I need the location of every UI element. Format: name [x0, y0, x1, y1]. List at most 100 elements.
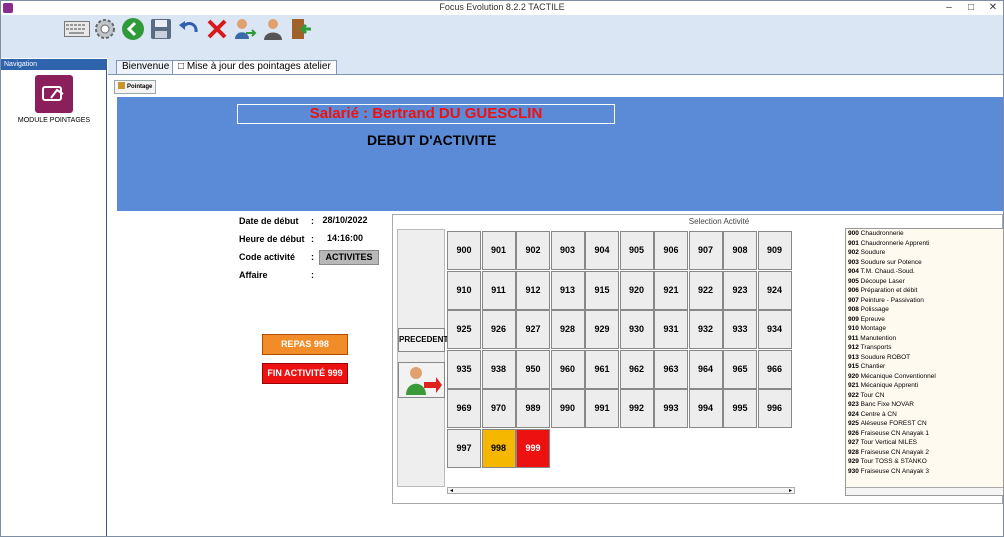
user-button[interactable]: [259, 15, 287, 43]
activity-cell-962[interactable]: 962: [619, 349, 654, 389]
activity-cell-925[interactable]: 925: [447, 310, 481, 349]
activity-cell-922[interactable]: 922: [688, 270, 723, 310]
activity-cell-997[interactable]: 997: [447, 428, 481, 468]
activity-cell-960[interactable]: 960: [550, 349, 585, 389]
list-item-925[interactable]: 925 Aléseuse FOREST CN: [846, 419, 1003, 429]
settings-button[interactable]: [91, 15, 119, 43]
back-button[interactable]: [119, 15, 147, 43]
delete-button[interactable]: [203, 15, 231, 43]
activity-cell-935[interactable]: 935: [447, 349, 481, 389]
activity-cell-995[interactable]: 995: [723, 389, 757, 428]
list-item-920[interactable]: 920 Mécanique Conventionnel: [846, 372, 1003, 382]
activity-cell-908[interactable]: 908: [723, 231, 757, 270]
list-item-908[interactable]: 908 Polissage: [846, 305, 1003, 315]
activity-cell-961[interactable]: 961: [585, 349, 619, 389]
fin-activite-button[interactable]: FIN ACTIVITÉ 999: [262, 363, 348, 384]
list-item-927[interactable]: 927 Tour Vertical NILES: [846, 438, 1003, 448]
list-item-922[interactable]: 922 Tour CN: [846, 391, 1003, 401]
activity-cell-991[interactable]: 991: [585, 389, 619, 428]
activity-cell-999[interactable]: 999: [516, 428, 550, 468]
activity-cell-933[interactable]: 933: [723, 310, 757, 349]
list-item-928[interactable]: 928 Fraiseuse CN Anayak 2: [846, 448, 1003, 458]
activity-cell-996[interactable]: 996: [757, 389, 792, 428]
tab-bienvenue[interactable]: Bienvenue: [116, 60, 176, 74]
list-item-902[interactable]: 902 Soudure: [846, 248, 1003, 258]
activity-cell-964[interactable]: 964: [688, 349, 723, 389]
activity-cell-928[interactable]: 928: [550, 310, 585, 349]
keyboard-button[interactable]: [63, 15, 91, 43]
list-item-909[interactable]: 909 Epreuve: [846, 315, 1003, 325]
precedent-button[interactable]: PRECEDENT: [398, 328, 448, 352]
activity-cell-963[interactable]: 963: [654, 349, 688, 389]
activity-cell-990[interactable]: 990: [550, 389, 585, 428]
activity-cell-907[interactable]: 907: [688, 231, 723, 270]
activity-cell-965[interactable]: 965: [723, 349, 757, 389]
activity-cell-912[interactable]: 912: [516, 270, 550, 310]
list-item-913[interactable]: 913 Soudure ROBOT: [846, 353, 1003, 363]
activity-cell-909[interactable]: 909: [757, 231, 792, 270]
list-item-911[interactable]: 911 Manutention: [846, 334, 1003, 344]
activity-cell-934[interactable]: 934: [757, 310, 792, 349]
activity-cell-931[interactable]: 931: [654, 310, 688, 349]
grid-horizontal-scrollbar[interactable]: ◂ ▸: [447, 487, 795, 494]
list-item-907[interactable]: 907 Peinture - Passivation: [846, 296, 1003, 306]
activity-cell-929[interactable]: 929: [585, 310, 619, 349]
activity-cell-930[interactable]: 930: [619, 310, 654, 349]
activity-cell-906[interactable]: 906: [654, 231, 688, 270]
list-item-915[interactable]: 915 Chantier: [846, 362, 1003, 372]
activity-cell-913[interactable]: 913: [550, 270, 585, 310]
list-item-929[interactable]: 929 Tour TOSS & STANKO: [846, 457, 1003, 467]
activity-cell-932[interactable]: 932: [688, 310, 723, 349]
user-transfer-button[interactable]: [231, 15, 259, 43]
activity-cell-904[interactable]: 904: [585, 231, 619, 270]
list-item-905[interactable]: 905 Découpe Laser: [846, 277, 1003, 287]
activity-cell-900[interactable]: 900: [447, 231, 481, 270]
activity-cell-927[interactable]: 927: [516, 310, 550, 349]
activity-cell-924[interactable]: 924: [757, 270, 792, 310]
module-pointages[interactable]: MODULE POINTAGES: [13, 75, 95, 124]
minimize-button[interactable]: –: [940, 1, 958, 15]
list-item-923[interactable]: 923 Banc Fixe NOVAR: [846, 400, 1003, 410]
list-horizontal-scrollbar[interactable]: [846, 487, 1003, 495]
activity-cell-998[interactable]: 998: [481, 428, 516, 468]
list-item-926[interactable]: 926 Fraiseuse CN Anayak 1: [846, 429, 1003, 439]
activity-cell-905[interactable]: 905: [619, 231, 654, 270]
next-button[interactable]: [398, 362, 445, 398]
activity-cell-920[interactable]: 920: [619, 270, 654, 310]
scroll-right-icon[interactable]: ▸: [789, 487, 792, 494]
list-item-912[interactable]: 912 Transports: [846, 343, 1003, 353]
activity-cell-966[interactable]: 966: [757, 349, 792, 389]
activity-cell-992[interactable]: 992: [619, 389, 654, 428]
activity-cell-903[interactable]: 903: [550, 231, 585, 270]
activity-cell-910[interactable]: 910: [447, 270, 481, 310]
close-window-button[interactable]: ✕: [984, 1, 1002, 15]
activity-cell-969[interactable]: 969: [447, 389, 481, 428]
list-item-930[interactable]: 930 Fraiseuse CN Anayak 3: [846, 467, 1003, 477]
scroll-left-icon[interactable]: ◂: [450, 487, 453, 494]
repas-button[interactable]: REPAS 998: [262, 334, 348, 355]
activity-cell-915[interactable]: 915: [585, 270, 619, 310]
exit-button[interactable]: [287, 15, 315, 43]
list-item-901[interactable]: 901 Chaudronnerie Apprenti: [846, 239, 1003, 249]
undo-button[interactable]: [175, 15, 203, 43]
activity-cell-938[interactable]: 938: [481, 349, 516, 389]
activity-cell-921[interactable]: 921: [654, 270, 688, 310]
list-item-921[interactable]: 921 Mécanique Apprenti: [846, 381, 1003, 391]
activity-cell-970[interactable]: 970: [481, 389, 516, 428]
activity-cell-901[interactable]: 901: [481, 231, 516, 270]
list-item-924[interactable]: 924 Centre à CN: [846, 410, 1003, 420]
list-item-910[interactable]: 910 Montage: [846, 324, 1003, 334]
tab-mise-a-jour[interactable]: □ Mise à jour des pointages atelier: [172, 60, 337, 74]
list-item-906[interactable]: 906 Préparation et débit: [846, 286, 1003, 296]
activity-code-button[interactable]: ACTIVITES: [319, 250, 379, 265]
maximize-button[interactable]: □: [962, 1, 980, 15]
save-button[interactable]: [147, 15, 175, 43]
activity-cell-989[interactable]: 989: [516, 389, 550, 428]
activity-cell-950[interactable]: 950: [516, 349, 550, 389]
activity-cell-911[interactable]: 911: [481, 270, 516, 310]
list-item-904[interactable]: 904 T.M. Chaud.-Soud.: [846, 267, 1003, 277]
activity-cell-902[interactable]: 902: [516, 231, 550, 270]
list-item-903[interactable]: 903 Soudure sur Potence: [846, 258, 1003, 268]
list-item-900[interactable]: 900 Chaudronnerie: [846, 229, 1003, 239]
activity-cell-993[interactable]: 993: [654, 389, 688, 428]
